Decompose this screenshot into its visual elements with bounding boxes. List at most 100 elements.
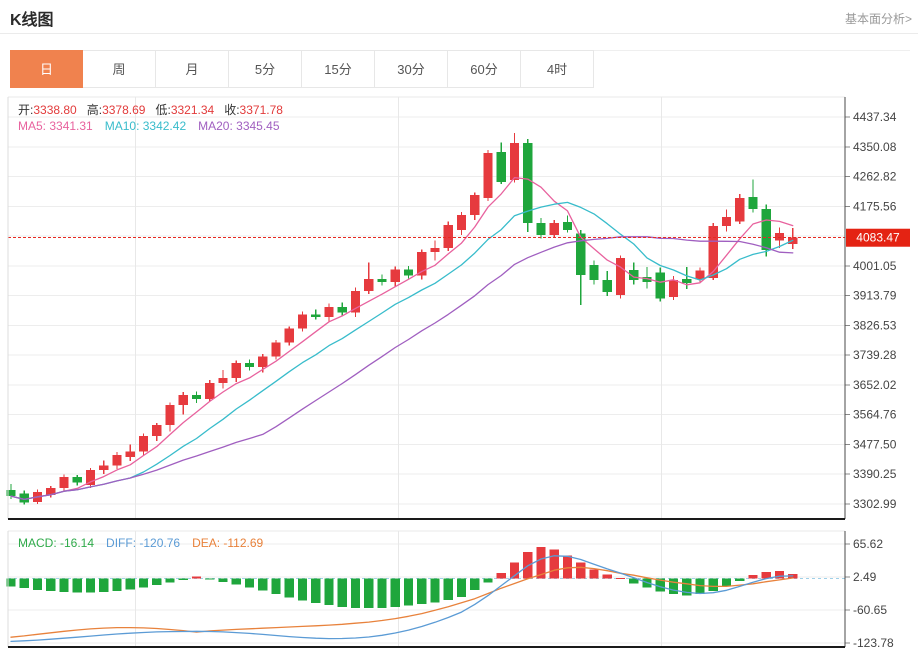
macd-bar[interactable]	[20, 578, 29, 588]
candle[interactable]	[669, 280, 678, 297]
candle[interactable]	[748, 197, 757, 209]
macd-bar[interactable]	[311, 578, 320, 603]
macd-bar[interactable]	[669, 578, 678, 594]
candle[interactable]	[192, 395, 201, 399]
macd-bar[interactable]	[589, 569, 598, 578]
candle[interactable]	[152, 425, 161, 436]
macd-bar[interactable]	[179, 578, 188, 580]
macd-bar[interactable]	[165, 578, 174, 582]
macd-bar[interactable]	[722, 578, 731, 586]
tab-4时[interactable]: 4时	[521, 50, 594, 88]
candle[interactable]	[722, 217, 731, 226]
tab-月[interactable]: 月	[156, 50, 229, 88]
candle[interactable]	[735, 198, 744, 222]
macd-bar[interactable]	[152, 578, 161, 585]
candle[interactable]	[59, 477, 68, 488]
macd-bar[interactable]	[218, 578, 227, 582]
candle[interactable]	[470, 195, 479, 215]
macd-bar[interactable]	[112, 578, 121, 591]
candle[interactable]	[377, 279, 386, 282]
macd-bar[interactable]	[139, 578, 148, 587]
macd-bar[interactable]	[351, 578, 360, 608]
candle[interactable]	[391, 269, 400, 282]
candle[interactable]	[709, 226, 718, 278]
macd-bar[interactable]	[205, 578, 214, 579]
macd-bar[interactable]	[258, 578, 267, 590]
macd-bar[interactable]	[735, 578, 744, 581]
candle[interactable]	[245, 363, 254, 367]
candle[interactable]	[510, 143, 519, 180]
macd-bar[interactable]	[192, 577, 201, 579]
fundamental-analysis-link[interactable]: 基本面分析>	[845, 10, 912, 27]
macd-bar[interactable]	[391, 578, 400, 607]
candle[interactable]	[616, 258, 625, 295]
candle[interactable]	[311, 315, 320, 317]
candle[interactable]	[536, 223, 545, 235]
candle[interactable]	[563, 222, 572, 230]
candle[interactable]	[762, 209, 771, 250]
candle[interactable]	[497, 152, 506, 182]
tab-30分[interactable]: 30分	[375, 50, 448, 88]
macd-bar[interactable]	[364, 578, 373, 608]
macd-bar[interactable]	[603, 575, 612, 579]
tab-60分[interactable]: 60分	[448, 50, 521, 88]
candle[interactable]	[99, 465, 108, 469]
macd-bar[interactable]	[33, 578, 42, 590]
candle[interactable]	[550, 223, 559, 235]
candle[interactable]	[404, 269, 413, 275]
macd-bar[interactable]	[232, 578, 241, 584]
tab-15分[interactable]: 15分	[302, 50, 375, 88]
macd-bar[interactable]	[377, 578, 386, 608]
macd-bar[interactable]	[444, 578, 453, 600]
macd-bar[interactable]	[457, 578, 466, 597]
macd-bar[interactable]	[709, 578, 718, 591]
tab-周[interactable]: 周	[83, 50, 156, 88]
tab-日[interactable]: 日	[10, 50, 83, 88]
candle[interactable]	[483, 153, 492, 198]
tab-5分[interactable]: 5分	[229, 50, 302, 88]
macd-bar[interactable]	[298, 578, 307, 600]
candle[interactable]	[682, 279, 691, 283]
candle[interactable]	[338, 307, 347, 313]
macd-bar[interactable]	[245, 578, 254, 587]
macd-bar[interactable]	[417, 578, 426, 604]
macd-bar[interactable]	[59, 578, 68, 592]
macd-bar[interactable]	[497, 573, 506, 578]
macd-bar[interactable]	[73, 578, 82, 592]
candle[interactable]	[271, 342, 280, 356]
candle[interactable]	[179, 395, 188, 405]
macd-bar[interactable]	[86, 578, 95, 592]
macd-bar[interactable]	[483, 578, 492, 582]
macd-bar[interactable]	[563, 555, 572, 578]
macd-bar[interactable]	[550, 550, 559, 579]
candle[interactable]	[86, 470, 95, 485]
candle[interactable]	[589, 265, 598, 280]
kline-chart[interactable]: 4437.344350.084262.824175.564001.053913.…	[0, 0, 918, 649]
candle[interactable]	[457, 215, 466, 230]
macd-bar[interactable]	[324, 578, 333, 605]
candle[interactable]	[351, 291, 360, 313]
macd-bar[interactable]	[271, 578, 280, 594]
candle[interactable]	[126, 451, 135, 457]
candle[interactable]	[603, 280, 612, 292]
candle[interactable]	[285, 328, 294, 342]
macd-bar[interactable]	[126, 578, 135, 589]
macd-bar[interactable]	[46, 578, 55, 591]
candle[interactable]	[258, 356, 267, 367]
macd-bar[interactable]	[430, 578, 439, 602]
candle[interactable]	[444, 225, 453, 248]
candle[interactable]	[112, 455, 121, 466]
candle[interactable]	[656, 272, 665, 298]
candle[interactable]	[165, 405, 174, 425]
macd-bar[interactable]	[404, 578, 413, 605]
macd-bar[interactable]	[285, 578, 294, 597]
macd-bar[interactable]	[576, 563, 585, 579]
candle[interactable]	[324, 307, 333, 317]
candle[interactable]	[364, 279, 373, 291]
macd-bar[interactable]	[748, 575, 757, 578]
candle[interactable]	[139, 436, 148, 451]
candle[interactable]	[775, 233, 784, 240]
macd-bar[interactable]	[99, 578, 108, 592]
candle[interactable]	[298, 315, 307, 329]
macd-bar[interactable]	[616, 578, 625, 579]
